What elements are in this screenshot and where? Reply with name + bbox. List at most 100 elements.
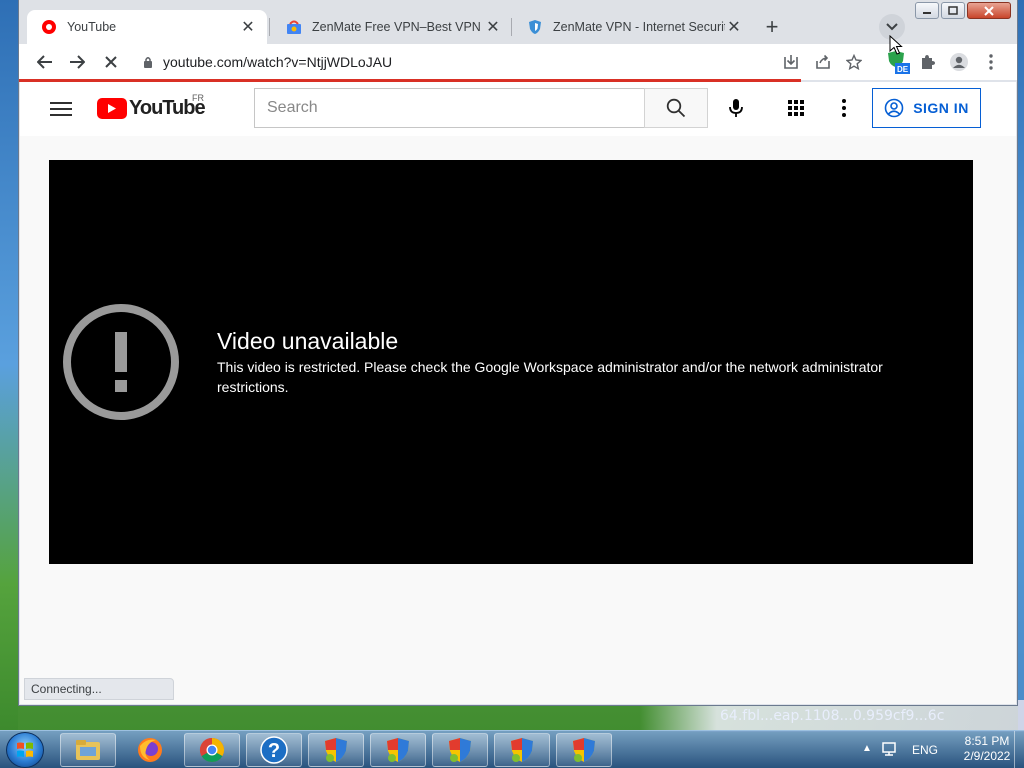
windows-taskbar: ? ▲ ENG 8:51 PM 2/9/2022 — [0, 730, 1024, 768]
youtube-logo[interactable]: YouTube — [97, 97, 206, 119]
maximize-button[interactable] — [941, 2, 965, 19]
tab-title: YouTube — [67, 20, 117, 34]
language-indicator[interactable]: ENG — [912, 743, 938, 757]
guide-menu-button[interactable] — [50, 98, 72, 120]
chrome-web-store-icon — [287, 20, 301, 34]
chevron-down-icon — [886, 23, 898, 31]
tab-zenmate-store[interactable]: ZenMate Free VPN–Best VPN for ✕ — [272, 10, 512, 44]
taskbar-security-5[interactable] — [556, 733, 612, 767]
hamburger-line — [50, 108, 72, 110]
sign-in-button[interactable]: SIGN IN — [872, 88, 981, 128]
sign-in-label: SIGN IN — [913, 100, 969, 116]
desktop-wallpaper-text: 64.fbl...eap.1108...0.959cf9...6c — [720, 708, 945, 724]
country-code: FR — [192, 93, 204, 103]
taskbar-security-1[interactable] — [308, 733, 364, 767]
search-button[interactable] — [644, 88, 708, 128]
puzzle-icon — [922, 55, 935, 69]
desktop-wallpaper-left — [0, 0, 18, 730]
play-icon — [108, 103, 116, 113]
youtube-masthead: YouTube FR Search SIGN IN — [20, 82, 1016, 136]
bookmark-button[interactable] — [840, 48, 868, 76]
start-button[interactable] — [6, 732, 44, 768]
youtube-page: YouTube FR Search SIGN IN Video unavaila… — [20, 82, 1016, 704]
close-icon — [105, 56, 117, 68]
taskbar-help[interactable]: ? — [246, 733, 302, 767]
windows-logo-icon — [17, 742, 33, 757]
share-button[interactable] — [809, 48, 837, 76]
hamburger-line — [50, 102, 72, 104]
svg-text:?: ? — [268, 740, 280, 762]
chrome-icon — [199, 738, 225, 763]
taskbar-explorer[interactable] — [60, 733, 116, 767]
browser-menu-button[interactable] — [977, 48, 1005, 76]
tab-separator — [511, 18, 512, 36]
taskbar-security-3[interactable] — [432, 733, 488, 767]
firefox-icon — [138, 738, 162, 762]
search-input[interactable]: Search — [254, 88, 644, 128]
voice-search-button[interactable] — [720, 92, 752, 124]
show-hidden-icons-button[interactable]: ▲ — [862, 743, 872, 754]
youtube-favicon-icon — [42, 20, 56, 34]
desktop-wallpaper-right — [1018, 0, 1024, 730]
window-controls — [915, 2, 1011, 19]
status-bubble: Connecting... — [24, 678, 174, 700]
security-shield-icon — [573, 738, 595, 762]
mouse-cursor-icon — [889, 35, 903, 55]
settings-menu-button[interactable] — [828, 92, 860, 124]
browser-toolbar: youtube.com/watch?v=NtjjWDLoJAU DE — [19, 44, 1017, 80]
taskbar-security-2[interactable] — [370, 733, 426, 767]
browser-window: YouTube ✕ ZenMate Free VPN–Best VPN for … — [18, 0, 1018, 706]
tab-close-button[interactable]: ✕ — [239, 18, 257, 36]
taskbar-firefox[interactable] — [122, 733, 178, 767]
back-button[interactable] — [31, 48, 59, 76]
star-icon — [846, 54, 862, 70]
clock-date: 2/9/2022 — [963, 749, 1011, 763]
security-shield-icon — [387, 738, 409, 762]
zenmate-shield-icon — [529, 20, 541, 34]
share-icon — [816, 54, 830, 69]
tab-strip: YouTube ✕ ZenMate Free VPN–Best VPN for … — [19, 0, 1017, 44]
security-shield-icon — [449, 738, 471, 762]
tab-close-button[interactable]: ✕ — [484, 18, 502, 36]
help-icon: ? — [260, 736, 288, 764]
tab-close-button[interactable]: ✕ — [725, 18, 743, 36]
install-app-button[interactable] — [777, 48, 805, 76]
close-window-button[interactable] — [967, 2, 1011, 19]
arrow-left-icon — [37, 55, 52, 69]
network-icon[interactable] — [880, 741, 898, 757]
account-circle-icon — [884, 98, 904, 118]
extension-badge: DE — [897, 65, 909, 74]
youtube-play-logo-icon — [97, 97, 127, 119]
video-player[interactable]: Video unavailable This video is restrict… — [49, 160, 973, 564]
tab-separator — [269, 18, 270, 36]
microphone-icon — [729, 99, 743, 117]
stop-loading-button[interactable] — [97, 48, 125, 76]
minimize-button[interactable] — [915, 2, 939, 19]
close-icon — [984, 5, 994, 16]
extensions-button[interactable] — [913, 48, 941, 76]
kebab-menu-icon — [989, 54, 993, 70]
avatar-icon — [950, 53, 968, 71]
clock[interactable]: 8:51 PM 2/9/2022 — [960, 734, 1014, 764]
address-bar[interactable]: youtube.com/watch?v=NtjjWDLoJAU — [139, 47, 879, 77]
search-icon — [666, 98, 686, 118]
tab-youtube[interactable]: YouTube ✕ — [27, 10, 267, 44]
taskbar-security-4[interactable] — [494, 733, 550, 767]
url-text[interactable]: youtube.com/watch?v=NtjjWDLoJAU — [163, 54, 392, 70]
kebab-menu-icon — [842, 99, 846, 117]
error-message: This video is restricted. Please check t… — [217, 359, 883, 395]
taskbar-chrome[interactable] — [184, 733, 240, 767]
error-title: Video unavailable — [217, 328, 399, 354]
install-icon — [784, 55, 798, 69]
exclamation-circle-icon — [63, 304, 179, 420]
tab-zenmate-vpn[interactable]: ZenMate VPN - Internet Security ✕ — [513, 10, 753, 44]
youtube-apps-button[interactable] — [780, 92, 812, 124]
system-tray: ▲ ENG 8:51 PM 2/9/2022 — [844, 731, 1024, 768]
forward-button[interactable] — [63, 48, 91, 76]
profile-button[interactable] — [945, 48, 973, 76]
maximize-icon — [948, 6, 958, 15]
lock-icon[interactable] — [143, 56, 153, 69]
new-tab-button[interactable]: + — [759, 14, 785, 40]
show-desktop-button[interactable] — [1014, 731, 1024, 768]
apps-grid-icon — [788, 100, 804, 116]
